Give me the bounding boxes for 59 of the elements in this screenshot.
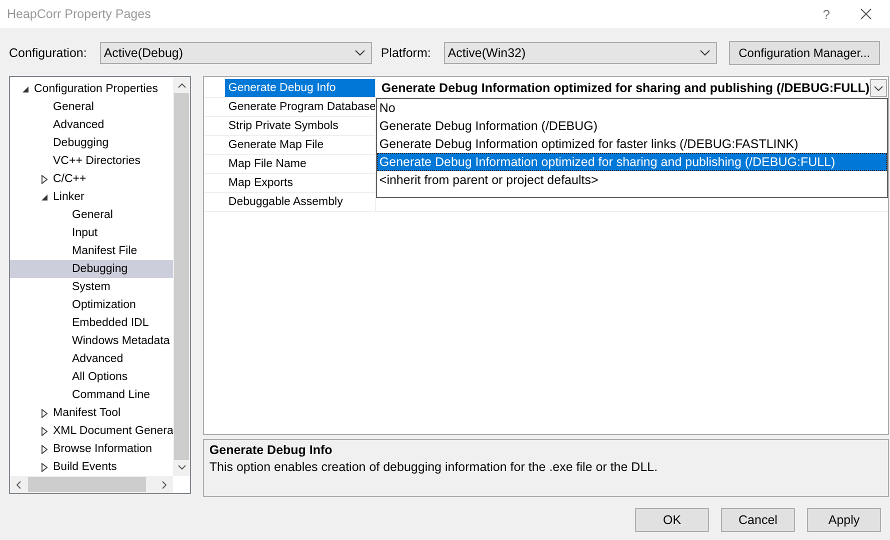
window-title: HeapCorr Property Pages	[7, 7, 152, 21]
tree-item[interactable]: Debugging	[10, 260, 174, 278]
tree-item[interactable]: VC++ Directories	[10, 152, 174, 170]
chevron-up-icon[interactable]	[178, 83, 186, 88]
tree-item[interactable]: Configuration Properties	[10, 80, 174, 98]
dropdown-option[interactable]: Generate Debug Information optimized for faster links (/DEBUG:FASTLINK)	[377, 135, 887, 153]
dialog-button[interactable]: Cancel	[721, 508, 795, 532]
description-text: This option enables creation of debugging information for the .exe file or the DLL.	[209, 460, 659, 474]
chevron-down-icon	[700, 50, 710, 56]
tree-item[interactable]: C/C++	[10, 170, 174, 188]
chevron-down-icon	[874, 86, 883, 90]
dropdown-button[interactable]	[870, 79, 887, 97]
tree-item[interactable]: Build Events	[10, 458, 174, 476]
help-button[interactable]: ?	[822, 6, 830, 22]
collapsed-triangle-icon[interactable]	[41, 426, 48, 436]
expanded-triangle-icon[interactable]	[41, 194, 48, 200]
dialog-button[interactable]: Apply	[807, 508, 881, 532]
tree-item[interactable]: Browse Information	[10, 440, 174, 458]
tree-item[interactable]: Windows Metadata	[10, 332, 174, 350]
configuration-dropdown[interactable]: Active(Debug)	[100, 42, 372, 64]
configuration-manager-button[interactable]: Configuration Manager...	[728, 41, 880, 65]
dropdown-option[interactable]: No	[377, 99, 887, 117]
tree-item[interactable]: General	[10, 98, 174, 116]
chevron-down-icon[interactable]	[178, 465, 186, 470]
dialog-button[interactable]: OK	[635, 508, 709, 532]
tree-item[interactable]: Linker	[10, 188, 174, 206]
tree-item[interactable]: Embedded IDL	[10, 314, 174, 332]
collapsed-triangle-icon[interactable]	[41, 408, 48, 418]
tree-item[interactable]: Optimization	[10, 296, 174, 314]
tree-item[interactable]: XML Document Genera	[10, 422, 174, 440]
tree-item[interactable]: Manifest File	[10, 242, 174, 260]
description-title: Generate Debug Info	[209, 443, 334, 457]
collapsed-triangle-icon[interactable]	[41, 444, 48, 454]
expanded-triangle-icon[interactable]	[22, 86, 29, 92]
tree-item[interactable]: Debugging	[10, 134, 174, 152]
collapsed-triangle-icon[interactable]	[41, 174, 48, 184]
tree-item[interactable]: Advanced	[10, 116, 174, 134]
dropdown-option[interactable]: <inherit from parent or project defaults>	[377, 171, 887, 189]
configuration-label: Configuration:	[9, 46, 87, 60]
tree-item[interactable]: System	[10, 278, 174, 296]
platform-dropdown[interactable]: Active(Win32)	[444, 42, 717, 64]
tree-item[interactable]: Manifest Tool	[10, 404, 174, 422]
tree-item[interactable]: Advanced	[10, 350, 174, 368]
tree-item[interactable]: Command Line	[10, 386, 174, 404]
tree-item[interactable]: Input	[10, 224, 174, 242]
dropdown-option[interactable]: Generate Debug Information optimized for sharing and publishing (/DEBUG:FULL)	[377, 153, 887, 171]
horizontal-scrollbar[interactable]	[10, 476, 174, 493]
collapsed-triangle-icon[interactable]	[41, 462, 48, 472]
chevron-left-icon[interactable]	[16, 480, 21, 488]
chevron-down-icon	[354, 50, 365, 56]
property-value: Generate Debug Information optimized for sharing and publishing (/DEBUG:FULL)	[381, 81, 870, 95]
platform-label: Platform:	[380, 46, 431, 60]
property-name[interactable]: Generate Debug Info	[225, 79, 376, 97]
tree-item[interactable]: All Options	[10, 368, 174, 386]
dropdown-option[interactable]: Generate Debug Information (/DEBUG)	[377, 117, 887, 135]
chevron-right-icon[interactable]	[162, 480, 168, 488]
tree-item[interactable]: General	[10, 206, 174, 224]
close-icon[interactable]	[860, 8, 872, 20]
vertical-scrollbar[interactable]	[173, 77, 190, 476]
